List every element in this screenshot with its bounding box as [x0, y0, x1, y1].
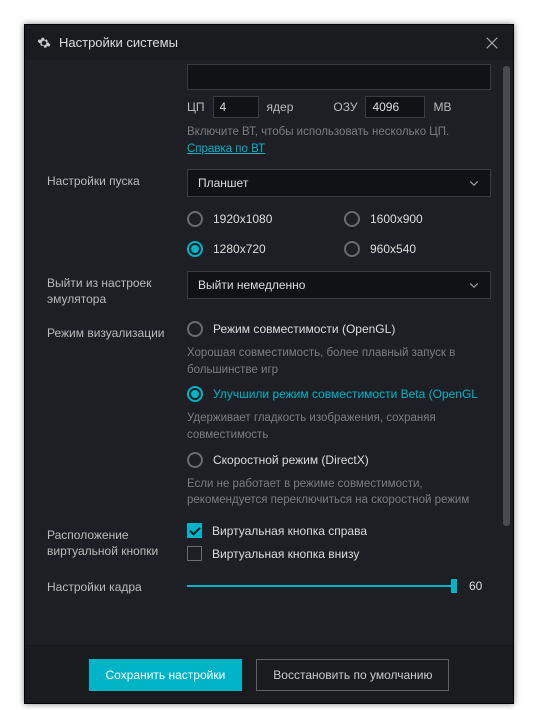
vt-link[interactable]: Справка по ВТ	[187, 143, 265, 155]
launch-label: Настройки пуска	[47, 169, 187, 257]
cpu-input[interactable]	[213, 96, 259, 118]
render-opengl-hint: Хорошая совместимость, более плавный зап…	[187, 345, 491, 378]
render-opengl[interactable]: Режим совместимости (OpenGL)	[187, 321, 491, 337]
vbtn-right[interactable]: Виртуальная кнопка справа	[187, 523, 491, 538]
radio-icon	[187, 241, 203, 257]
reset-button[interactable]: Восстановить по умолчанию	[256, 659, 449, 691]
launch-select[interactable]: Планшет	[187, 169, 491, 197]
cpu-label: ЦП	[187, 100, 205, 114]
frame-label: Настройки кадра	[47, 575, 187, 597]
checkbox-icon	[187, 523, 202, 538]
truncated-label	[47, 64, 187, 74]
slider-thumb[interactable]	[451, 579, 457, 593]
render-opengl-beta[interactable]: Улучшили режим совместимости Beta (OpenG…	[187, 386, 491, 402]
scrollbar[interactable]	[503, 66, 510, 636]
checkbox-icon	[187, 546, 202, 561]
render-opengl-beta-hint: Удерживает гладкость изображения, сохран…	[187, 410, 491, 443]
exit-select-value: Выйти немедленно	[198, 278, 305, 292]
vt-hint: Включите ВТ, чтобы использовать нескольк…	[187, 124, 491, 141]
exit-label: Выйти из настроек эмулятора	[47, 271, 187, 307]
close-icon[interactable]	[485, 36, 499, 50]
vbtn-label: Расположение виртуальной кнопки	[47, 523, 187, 561]
radio-icon	[187, 321, 203, 337]
ram-label: ОЗУ	[333, 100, 357, 114]
render-directx-hint: Если не работает в режиме совместимости,…	[187, 476, 491, 509]
chevron-down-icon	[468, 279, 480, 291]
footer: Сохранить настройки Восстановить по умол…	[25, 645, 513, 703]
frame-value: 60	[469, 579, 491, 593]
truncated-field[interactable]	[187, 64, 491, 90]
render-label: Режим визуализации	[47, 321, 187, 509]
radio-icon	[187, 386, 203, 402]
chevron-down-icon	[468, 177, 480, 189]
radio-icon	[187, 211, 203, 227]
radio-icon	[187, 452, 203, 468]
titlebar: Настройки системы	[25, 25, 513, 60]
save-button[interactable]: Сохранить настройки	[89, 659, 243, 691]
res-1600x900[interactable]: 1600x900	[344, 211, 491, 227]
res-960x540[interactable]: 960x540	[344, 241, 491, 257]
ram-unit: МВ	[433, 100, 451, 114]
res-1280x720[interactable]: 1280x720	[187, 241, 334, 257]
window-title: Настройки системы	[59, 35, 178, 50]
gear-icon	[37, 36, 51, 50]
res-1920x1080[interactable]: 1920x1080	[187, 211, 334, 227]
exit-select[interactable]: Выйти немедленно	[187, 271, 491, 299]
launch-select-value: Планшет	[198, 176, 248, 190]
settings-dialog: Настройки системы ЦП ядер	[24, 24, 514, 704]
render-directx[interactable]: Скоростной режим (DirectX)	[187, 452, 491, 468]
ram-input[interactable]	[365, 96, 425, 118]
radio-icon	[344, 241, 360, 257]
scrollbar-thumb[interactable]	[503, 66, 510, 526]
vbtn-bottom[interactable]: Виртуальная кнопка внизу	[187, 546, 491, 561]
content-area: ЦП ядер ОЗУ МВ Включите ВТ, чтобы исполь…	[25, 60, 513, 611]
frame-slider[interactable]	[187, 585, 457, 587]
cores-label: ядер	[267, 100, 294, 114]
radio-icon	[344, 211, 360, 227]
